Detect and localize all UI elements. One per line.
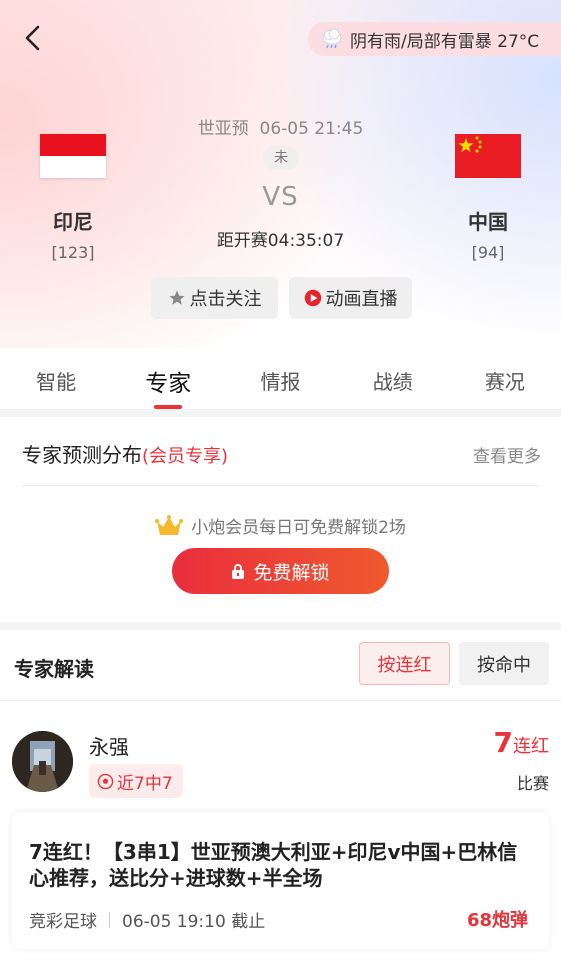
home-team-name: 印尼 bbox=[53, 210, 93, 234]
tab-record[interactable]: 战绩 bbox=[337, 348, 449, 409]
match-status-badge: 未 bbox=[263, 146, 299, 170]
hit-rate-badge: 近7中7 bbox=[89, 764, 183, 798]
streak-sub-label: 比赛 bbox=[516, 774, 549, 793]
vs-label: VS bbox=[262, 182, 299, 212]
vip-tag: (会员专享) bbox=[142, 446, 229, 467]
away-team[interactable]: 中国 [94] bbox=[453, 124, 523, 262]
away-team-name: 中国 bbox=[468, 210, 508, 234]
sort-by-streak-button[interactable]: 按连红 bbox=[359, 642, 450, 685]
divider bbox=[0, 700, 561, 701]
countdown: 距开赛04:35:07 bbox=[216, 231, 345, 251]
league-datetime: 世亚预 06-05 21:45 bbox=[180, 114, 381, 139]
vip-hint: 小炮会员每日可免费解锁2场 bbox=[0, 513, 561, 538]
cloud-rain-icon bbox=[322, 28, 342, 49]
live-label: 动画直播 bbox=[325, 289, 398, 310]
play-icon bbox=[304, 289, 321, 307]
article-deadline: 06-05 19:10 截止 bbox=[122, 912, 266, 932]
article-category: 竞彩足球 bbox=[29, 912, 97, 932]
live-animation-button[interactable]: 动画直播 bbox=[289, 277, 412, 319]
prediction-title-text: 专家预测分布 bbox=[22, 443, 142, 467]
sort-by-hit-button[interactable]: 按命中 bbox=[459, 642, 549, 685]
crown-icon bbox=[155, 514, 184, 535]
china-flag-icon bbox=[455, 134, 521, 178]
vip-hint-text: 小炮会员每日可免费解锁2场 bbox=[191, 518, 406, 538]
article-card[interactable]: 7连红！【3串1】世亚预澳大利亚+印尼v中国+巴林信心推荐，送比分+进球数+半全… bbox=[12, 812, 549, 949]
expert-section-title: 专家解读 bbox=[14, 657, 94, 681]
chevron-left-icon bbox=[25, 25, 40, 51]
streak-number: 7 bbox=[493, 726, 513, 759]
meta-separator bbox=[109, 911, 110, 928]
soccer-ball-icon bbox=[97, 773, 114, 789]
follow-label: 点击关注 bbox=[189, 289, 262, 310]
tab-smart[interactable]: 智能 bbox=[0, 348, 112, 409]
tab-bar: 智能 专家 情报 战绩 赛况 bbox=[0, 348, 561, 410]
tab-live-status[interactable]: 赛况 bbox=[449, 348, 561, 409]
avatar[interactable] bbox=[12, 731, 73, 792]
match-header: 阴有雨/局部有雷暴 27°C 印尼 [123] 世亚预 06-05 21:45 … bbox=[0, 0, 561, 348]
prediction-card: 专家预测分布(会员专享) 查看更多 小炮会员每日可免费解锁2场 免费解锁 bbox=[0, 417, 561, 622]
prediction-title: 专家预测分布(会员专享) bbox=[22, 439, 228, 468]
match-datetime: 06-05 21:45 bbox=[259, 119, 364, 139]
free-unlock-button[interactable]: 免费解锁 bbox=[172, 548, 389, 594]
home-team[interactable]: 印尼 [123] bbox=[38, 124, 108, 262]
streak-count: 7连红 bbox=[494, 726, 549, 759]
league-name: 世亚预 bbox=[197, 119, 249, 139]
divider bbox=[22, 485, 539, 486]
indonesia-flag-icon bbox=[40, 134, 106, 178]
tab-expert[interactable]: 专家 bbox=[112, 348, 224, 409]
hit-rate-text: 近7中7 bbox=[117, 773, 173, 794]
star-icon bbox=[169, 290, 184, 305]
article-meta: 竞彩足球 06-05 19:10 截止 bbox=[29, 907, 265, 932]
weather-badge: 阴有雨/局部有雷暴 27°C bbox=[308, 22, 561, 56]
weather-text: 阴有雨/局部有雷暴 27°C bbox=[350, 31, 540, 52]
unlock-label: 免费解锁 bbox=[253, 561, 330, 584]
article-price: 68炮弹 bbox=[466, 910, 528, 931]
follow-button[interactable]: 点击关注 bbox=[151, 277, 278, 319]
article-title: 7连红！【3串1】世亚预澳大利亚+印尼v中国+巴林信心推荐，送比分+进球数+半全… bbox=[29, 840, 518, 890]
back-button[interactable] bbox=[18, 22, 50, 54]
view-more-link[interactable]: 查看更多 bbox=[473, 442, 541, 467]
streak-label: 连红 bbox=[513, 736, 549, 757]
tab-intel[interactable]: 情报 bbox=[224, 348, 336, 409]
expert-name[interactable]: 永强 bbox=[89, 731, 129, 760]
lock-icon bbox=[232, 564, 245, 579]
home-team-rank: [123] bbox=[51, 243, 95, 262]
expert-section: 专家解读 按连红 按命中 永强 近7中7 7连红 比赛 7连红！【3串1】世亚预… bbox=[0, 630, 561, 972]
away-team-rank: [94] bbox=[471, 243, 505, 262]
